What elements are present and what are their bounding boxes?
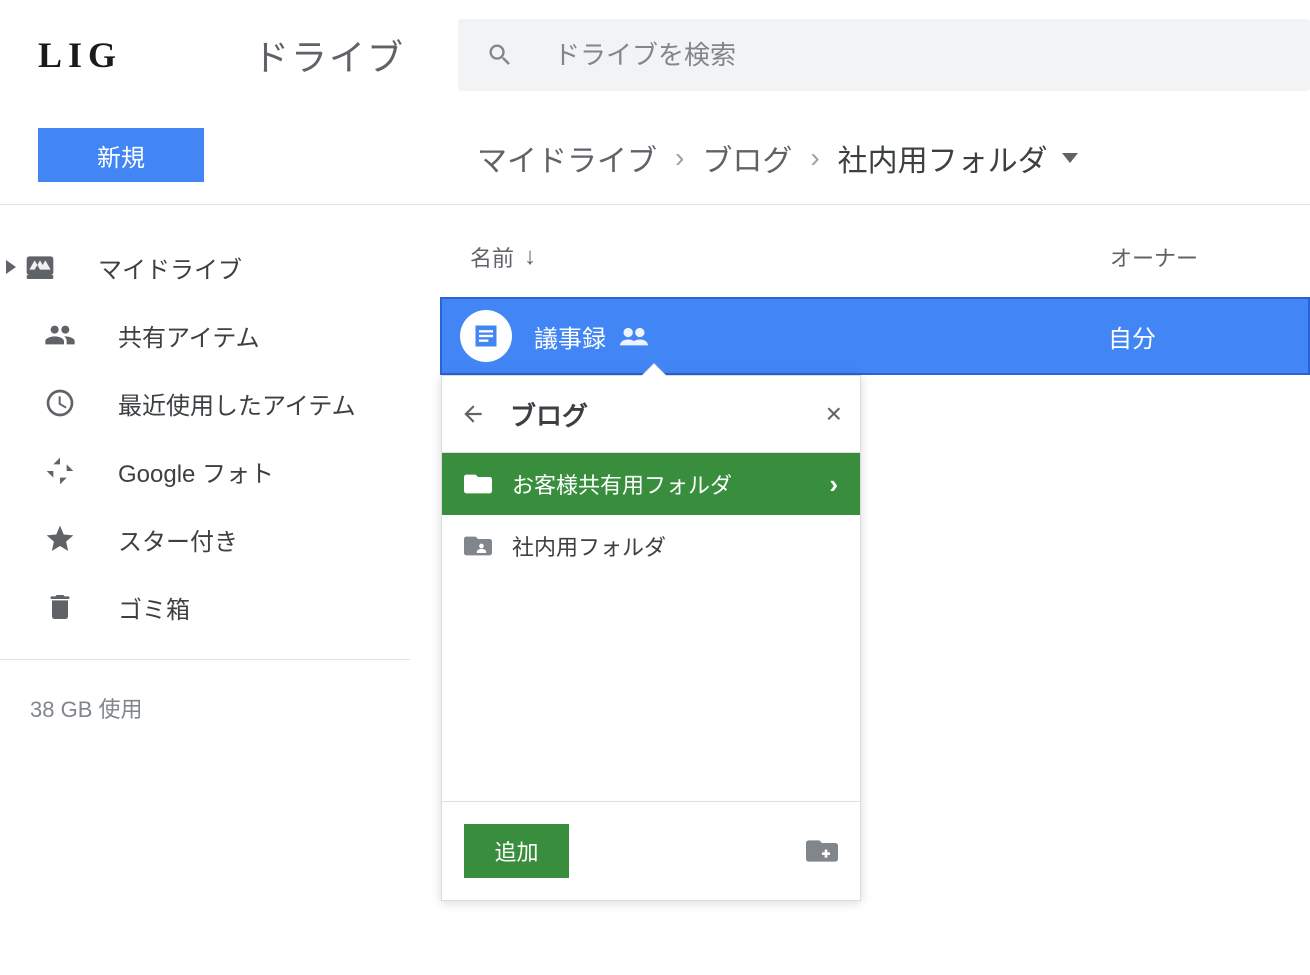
chevron-right-icon: › [675,142,684,174]
popover-title: ブログ [510,396,802,433]
sidebar-item-label: ゴミ箱 [118,590,190,625]
dropdown-triangle-icon [1062,153,1078,163]
sidebar-item-recent[interactable]: 最近使用したアイテム [0,369,440,437]
move-popover: ブログ × お客様共有用フォルダ › 社内用フォルダ 追加 [441,375,861,901]
file-name-label: 議事録 [534,319,606,354]
popover-item-label: お客様共有用フォルダ [512,468,809,500]
file-row-selected[interactable]: 議事録 自分 [440,297,1310,375]
clock-icon [44,387,76,419]
chevron-right-icon: › [810,142,819,174]
sidebar-item-shared[interactable]: 共有アイテム [0,301,440,369]
breadcrumb-item-blog[interactable]: ブログ [702,136,792,180]
sidebar-item-starred[interactable]: スター付き [0,505,440,573]
sidebar-item-mydrive[interactable]: マイドライブ [0,233,440,301]
folder-icon [464,472,492,496]
popover-item-label: 社内用フォルダ [512,530,838,562]
close-icon[interactable]: × [826,398,842,430]
file-list: 名前 ↓ オーナー 議事録 自分 ブログ × [440,205,1310,975]
search-icon [486,41,514,69]
sidebar-item-label: Google フォト [118,454,274,489]
folder-shared-icon [464,534,492,558]
back-arrow-icon[interactable] [460,401,486,427]
drive-icon [24,251,56,283]
breadcrumb-item-current[interactable]: 社内用フォルダ [838,136,1078,180]
divider [0,659,410,660]
shared-icon [620,326,648,346]
people-icon [44,319,76,351]
file-name: 議事録 [534,319,1086,354]
app-title: ドライブ [253,29,458,81]
storage-usage: 38 GB 使用 [0,678,440,724]
search-bar[interactable] [458,19,1310,91]
breadcrumb: マイドライブ › ブログ › 社内用フォルダ [477,110,1078,205]
search-input[interactable] [554,40,1282,71]
photos-icon [44,455,76,487]
sidebar-item-trash[interactable]: ゴミ箱 [0,573,440,641]
sidebar-item-label: スター付き [118,522,238,557]
document-icon [472,322,500,350]
sidebar-item-photos[interactable]: Google フォト [0,437,440,505]
new-folder-icon[interactable] [806,837,838,865]
breadcrumb-item-mydrive[interactable]: マイドライブ [477,136,657,180]
sidebar-item-label: マイドライブ [98,250,242,285]
breadcrumb-current-label: 社内用フォルダ [838,136,1048,180]
header: LIG ドライブ [0,0,1310,110]
popover-header: ブログ × [442,376,860,452]
star-icon [44,523,76,555]
sort-down-icon: ↓ [524,243,536,271]
sidebar-item-label: 共有アイテム [118,318,260,353]
logo: LIG [38,34,253,76]
sidebar-item-label: 最近使用したアイテム [118,386,356,421]
popover-item[interactable]: 社内用フォルダ [442,515,860,577]
trash-icon [44,591,76,623]
new-button[interactable]: 新規 [38,128,204,182]
popover-pointer [642,364,666,376]
sidebar: マイドライブ 共有アイテム 最近使用したアイテム Google フォト スター付… [0,205,440,975]
popover-footer: 追加 [442,802,860,900]
column-owner[interactable]: オーナー [1110,241,1310,273]
popover-list: お客様共有用フォルダ › 社内用フォルダ [442,452,860,802]
doc-circle [460,310,512,362]
file-list-header: 名前 ↓ オーナー [440,241,1310,297]
column-name-label: 名前 [470,241,514,273]
expand-icon [6,260,16,274]
column-name[interactable]: 名前 ↓ [470,241,1110,273]
content: マイドライブ 共有アイテム 最近使用したアイテム Google フォト スター付… [0,205,1310,975]
add-button[interactable]: 追加 [464,824,569,878]
chevron-right-icon: › [829,469,838,500]
popover-item-selected[interactable]: お客様共有用フォルダ › [442,453,860,515]
file-owner: 自分 [1108,319,1308,354]
